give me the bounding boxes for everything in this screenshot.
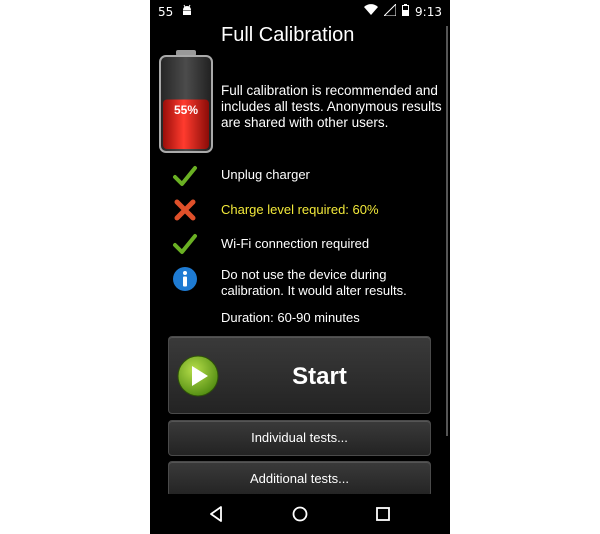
page-title: Full Calibration [221,24,355,46]
check-icon [172,231,198,257]
cell-signal-icon [382,2,397,19]
wifi-icon [364,4,379,19]
clock: 9:13 [415,4,442,19]
info-icon [172,266,198,292]
notification-count: 55 [158,4,174,19]
home-icon[interactable] [290,504,310,524]
back-icon[interactable] [207,504,227,524]
intro-text: Full calibration is recommended and incl… [221,83,442,130]
requirement-text: Charge level required: 60% [221,202,379,217]
requirement-text: Wi-Fi connection required [221,236,370,251]
requirement-text: Unplug charger [221,167,310,182]
start-button-label: Start [292,363,347,390]
phone-screen: 55 9:13 Full Calibration 55% Full calibr… [150,0,450,534]
status-bar: 55 9:13 [150,0,450,24]
individual-tests-button[interactable]: Individual tests... [168,420,431,456]
android-icon [181,4,193,19]
recents-icon[interactable] [373,504,393,524]
cross-icon [172,197,198,223]
check-icon [172,163,198,189]
additional-tests-button[interactable]: Additional tests... [168,461,431,497]
battery-status-icon [402,4,410,19]
battery-percent-label: 55% [174,103,198,117]
start-button[interactable]: Start [168,336,431,414]
requirement-text: Do not use the device during calibration… [221,267,407,298]
battery-icon: 55% [158,50,214,154]
navigation-bar [150,494,450,534]
duration-text: Duration: 60-90 minutes [221,310,360,325]
scrollbar[interactable] [446,26,448,436]
